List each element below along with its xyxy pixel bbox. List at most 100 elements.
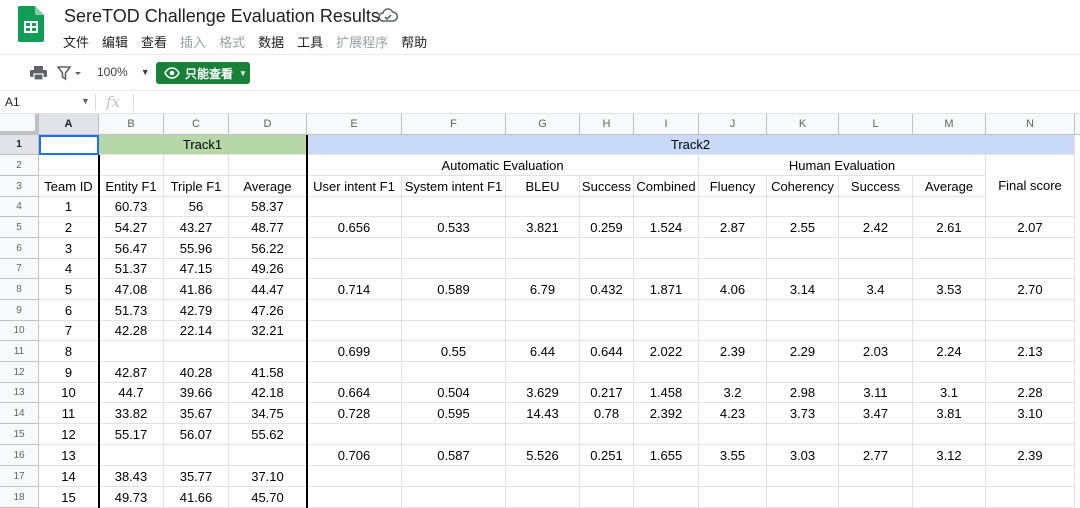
- data-cell[interactable]: [986, 487, 1075, 508]
- data-cell[interactable]: [402, 362, 506, 383]
- data-cell[interactable]: 56.47: [99, 238, 164, 259]
- data-cell[interactable]: 42.18: [229, 383, 307, 403]
- data-cell[interactable]: 14: [39, 466, 99, 487]
- data-cell[interactable]: 3.2: [699, 383, 767, 403]
- data-cell[interactable]: 0.728: [307, 403, 402, 424]
- data-cell[interactable]: [767, 424, 839, 445]
- data-cell[interactable]: 54.27: [99, 217, 164, 238]
- data-cell[interactable]: [99, 341, 164, 362]
- row-header[interactable]: 17: [0, 466, 39, 487]
- data-cell[interactable]: 55.62: [229, 424, 307, 445]
- data-cell[interactable]: [839, 466, 913, 487]
- data-cell[interactable]: 2.55: [767, 217, 839, 238]
- data-cell[interactable]: 3.03: [767, 445, 839, 466]
- header-cell[interactable]: BLEU: [506, 176, 580, 197]
- row-header[interactable]: 9: [0, 300, 39, 321]
- data-cell[interactable]: [506, 466, 580, 487]
- data-cell[interactable]: [634, 487, 699, 508]
- data-cell[interactable]: 3.81: [913, 403, 986, 424]
- data-cell[interactable]: 0.251: [580, 445, 634, 466]
- data-cell[interactable]: 2.39: [986, 445, 1075, 466]
- data-cell[interactable]: [913, 259, 986, 279]
- column-header[interactable]: J: [699, 114, 767, 135]
- document-title[interactable]: SereTOD Challenge Evaluation Results: [64, 6, 380, 27]
- data-cell[interactable]: 56.07: [164, 424, 229, 445]
- menu-item[interactable]: 格式: [219, 32, 245, 50]
- data-cell[interactable]: 0.259: [580, 217, 634, 238]
- data-cell[interactable]: 12: [39, 424, 99, 445]
- data-cell[interactable]: 2.29: [767, 341, 839, 362]
- data-cell[interactable]: 22.14: [164, 321, 229, 341]
- column-header[interactable]: E: [307, 114, 402, 135]
- data-cell[interactable]: 0.706: [307, 445, 402, 466]
- data-cell[interactable]: [580, 300, 634, 321]
- row-header[interactable]: 13: [0, 383, 39, 403]
- data-cell[interactable]: [986, 466, 1075, 487]
- column-header[interactable]: H: [580, 114, 634, 135]
- data-cell[interactable]: 0.55: [402, 341, 506, 362]
- data-cell[interactable]: [580, 259, 634, 279]
- data-cell[interactable]: [580, 321, 634, 341]
- data-cell[interactable]: [506, 259, 580, 279]
- data-cell[interactable]: 1.524: [634, 217, 699, 238]
- column-header[interactable]: G: [506, 114, 580, 135]
- data-cell[interactable]: [229, 341, 307, 362]
- data-cell[interactable]: 5.526: [506, 445, 580, 466]
- data-cell[interactable]: 35.77: [164, 466, 229, 487]
- column-header[interactable]: K: [767, 114, 839, 135]
- data-cell[interactable]: 9: [39, 362, 99, 383]
- menu-item[interactable]: 查看: [141, 32, 167, 50]
- data-cell[interactable]: [699, 321, 767, 341]
- header-cell[interactable]: Fluency: [699, 176, 767, 197]
- data-cell[interactable]: [164, 445, 229, 466]
- data-cell[interactable]: 3.14: [767, 279, 839, 300]
- cloud-saved-icon[interactable]: [378, 8, 398, 24]
- data-cell[interactable]: [229, 445, 307, 466]
- data-cell[interactable]: [913, 362, 986, 383]
- data-cell[interactable]: 10: [39, 383, 99, 403]
- data-cell[interactable]: 4.06: [699, 279, 767, 300]
- data-cell[interactable]: [580, 466, 634, 487]
- column-header[interactable]: M: [913, 114, 986, 135]
- data-cell[interactable]: [506, 321, 580, 341]
- data-cell[interactable]: [839, 259, 913, 279]
- data-cell[interactable]: [634, 300, 699, 321]
- data-cell[interactable]: [767, 466, 839, 487]
- data-cell[interactable]: [402, 300, 506, 321]
- human-evaluation-header[interactable]: Human Evaluation: [699, 155, 986, 176]
- row-header[interactable]: 16: [0, 445, 39, 466]
- data-cell[interactable]: [767, 238, 839, 259]
- data-cell[interactable]: 45.70: [229, 487, 307, 508]
- column-header[interactable]: I: [634, 114, 699, 135]
- data-cell[interactable]: 2.77: [839, 445, 913, 466]
- data-cell[interactable]: [699, 424, 767, 445]
- menu-item[interactable]: 工具: [297, 32, 323, 50]
- data-cell[interactable]: 58.37: [229, 197, 307, 217]
- print-icon[interactable]: [30, 65, 47, 81]
- data-cell[interactable]: [839, 197, 913, 217]
- menu-item[interactable]: 帮助: [401, 32, 427, 50]
- data-cell[interactable]: [402, 197, 506, 217]
- data-cell[interactable]: 41.86: [164, 279, 229, 300]
- data-cell[interactable]: 6: [39, 300, 99, 321]
- data-cell[interactable]: [913, 424, 986, 445]
- data-cell[interactable]: 56: [164, 197, 229, 217]
- data-cell[interactable]: 0.699: [307, 341, 402, 362]
- data-cell[interactable]: 3.12: [913, 445, 986, 466]
- data-cell[interactable]: 2.13: [986, 341, 1075, 362]
- data-cell[interactable]: [506, 487, 580, 508]
- data-cell[interactable]: 2.24: [913, 341, 986, 362]
- header-cell[interactable]: Average: [913, 176, 986, 197]
- data-cell[interactable]: [402, 424, 506, 445]
- data-cell[interactable]: 42.87: [99, 362, 164, 383]
- data-cell[interactable]: [839, 238, 913, 259]
- data-cell[interactable]: 44.7: [99, 383, 164, 403]
- data-cell[interactable]: 3.73: [767, 403, 839, 424]
- data-cell[interactable]: [402, 321, 506, 341]
- data-cell[interactable]: [986, 362, 1075, 383]
- data-cell[interactable]: 0.432: [580, 279, 634, 300]
- data-cell[interactable]: [580, 197, 634, 217]
- data-cell[interactable]: 1.655: [634, 445, 699, 466]
- data-cell[interactable]: [307, 321, 402, 341]
- data-cell[interactable]: [307, 259, 402, 279]
